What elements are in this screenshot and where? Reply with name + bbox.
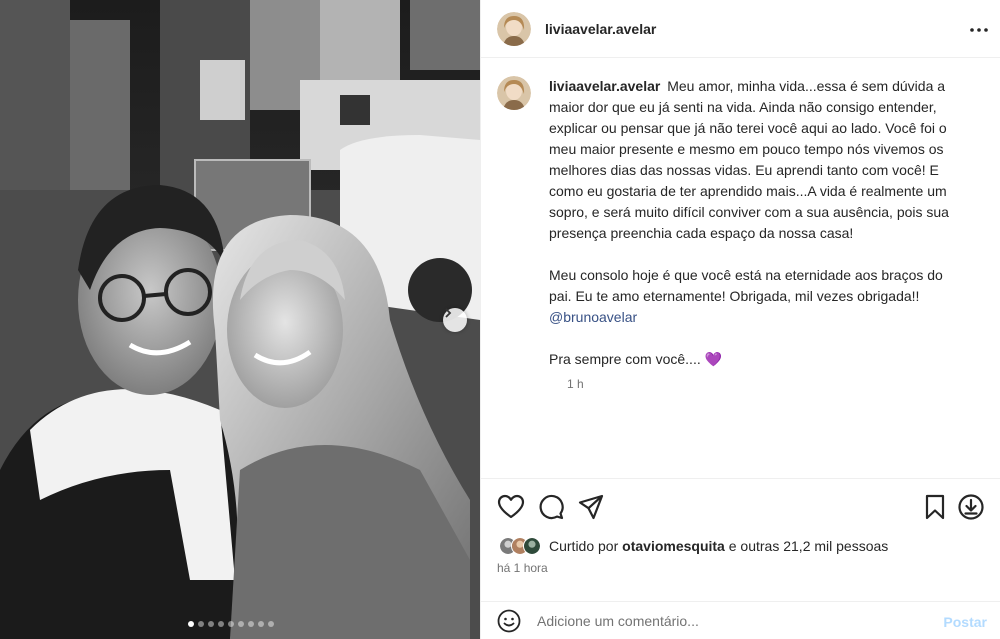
actions-section: Curtido por otaviomesquita e outras 21,2… bbox=[481, 478, 1000, 639]
chevron-right-icon bbox=[445, 308, 452, 318]
caption-area: liviaavelar.avelar Meu amor, minha vida.… bbox=[481, 59, 1000, 477]
carousel-next-button[interactable] bbox=[443, 308, 467, 332]
caption-username[interactable]: liviaavelar.avelar bbox=[549, 78, 660, 94]
photo-image bbox=[0, 0, 480, 639]
more-options-button[interactable] bbox=[967, 18, 991, 42]
bookmark-icon[interactable] bbox=[921, 493, 949, 521]
carousel-dots bbox=[188, 621, 274, 627]
carousel-dot bbox=[188, 621, 194, 627]
carousel-dot bbox=[198, 621, 204, 627]
post-timestamp[interactable]: há 1 hora bbox=[497, 561, 548, 575]
likes-prefix: Curtido por bbox=[549, 538, 619, 554]
caption-paragraph-3: Pra sempre com você.... 💜 bbox=[549, 351, 723, 367]
carousel-dot bbox=[268, 621, 274, 627]
liker-username[interactable]: otaviomesquita bbox=[622, 538, 725, 554]
share-icon[interactable] bbox=[577, 493, 605, 521]
comment-input[interactable] bbox=[537, 613, 917, 629]
caption-avatar[interactable] bbox=[497, 76, 531, 110]
comment-bar: Postar bbox=[481, 601, 1000, 639]
avatar[interactable] bbox=[497, 11, 531, 46]
likes-summary: Curtido por otaviomesquita e outras 21,2… bbox=[499, 537, 888, 555]
heart-icon[interactable] bbox=[497, 493, 525, 521]
post-username[interactable]: liviaavelar.avelar bbox=[545, 21, 656, 37]
post-panel: liviaavelar.avelar liviaavelar.avelar Me… bbox=[480, 0, 1000, 639]
likes-text: Curtido por otaviomesquita e outras 21,2… bbox=[549, 538, 888, 554]
mention-link[interactable]: @brunoavelar bbox=[549, 309, 637, 325]
post-header: liviaavelar.avelar bbox=[481, 0, 1000, 58]
carousel-dot bbox=[248, 621, 254, 627]
emoji-icon[interactable] bbox=[497, 609, 521, 633]
carousel-dot bbox=[238, 621, 244, 627]
post-photo[interactable] bbox=[0, 0, 480, 639]
carousel-dot bbox=[208, 621, 214, 627]
more-horizontal-icon bbox=[970, 28, 988, 32]
comment-icon[interactable] bbox=[537, 493, 565, 521]
carousel-dot bbox=[218, 621, 224, 627]
download-icon[interactable] bbox=[957, 493, 985, 521]
post-comment-button[interactable]: Postar bbox=[943, 614, 987, 630]
caption-paragraph-2: Meu consolo hoje é que você está na eter… bbox=[549, 267, 943, 304]
action-icons bbox=[497, 493, 985, 521]
likes-count[interactable]: e outras 21,2 mil pessoas bbox=[729, 538, 889, 554]
liker-avatar[interactable] bbox=[523, 537, 541, 555]
carousel-dot bbox=[228, 621, 234, 627]
carousel-dot bbox=[258, 621, 264, 627]
caption-paragraph-1: Meu amor, minha vida...essa é sem dúvida… bbox=[549, 78, 949, 241]
caption-text: liviaavelar.avelar Meu amor, minha vida.… bbox=[549, 76, 969, 391]
